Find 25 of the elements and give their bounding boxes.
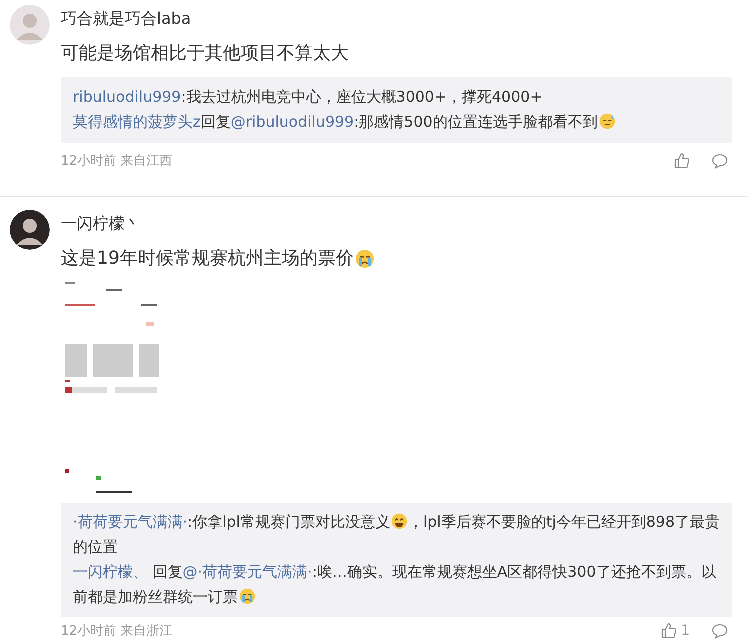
comment-icon[interactable] [712,623,728,639]
comment-icon[interactable] [712,153,728,169]
user-link[interactable]: @ribuluodilu999 [230,113,354,131]
user-link[interactable]: @·荷荷要元气满满· [182,563,312,581]
comment-time: 12小时前 来自浙江 [61,623,174,640]
like-button[interactable] [674,153,690,169]
user-name[interactable]: 一闪柠檬丶 [61,210,141,238]
comment-text: 这是19年时候常规赛杭州主场的票价 [61,247,354,271]
laugh-emoji-icon [391,513,408,530]
user-link[interactable]: ·荷荷要元气满满· [73,513,188,531]
reply-text: 莫得感情的菠萝头z回复@ribuluodilu999:那感情500的位置连选手脸都看不到 [73,110,720,135]
reply-text: 一闪柠檬、 回复@·荷荷要元气满满·:唉…确实。现在常规赛想坐A区都得快300了还抢不到票。以前都是加粉丝群统一订票 [73,562,718,608]
comment-text: 可能是场馆相比于其他项目不算太大 [61,42,349,66]
user-link[interactable]: 一闪柠檬、 [73,563,148,581]
reply-text: ribuluodilu999:我去过杭州电竞中心，座位大概3000+，撑死4000+ [73,87,544,108]
comment-time: 12小时前 来自江西 [61,153,174,170]
cry-emoji-icon [239,588,256,605]
sweat-emoji-icon [598,113,616,130]
user-link[interactable]: ribuluodilu999 [73,88,182,106]
reply-text: ·荷荷要元气满满·:你拿lpl常规赛门票对比没意义 ，lpl季后赛不要脸的tj今年已经开到898了最贵的位置 [73,512,720,558]
user-link[interactable]: 莫得感情的菠萝头z [73,113,201,131]
cry-emoji-icon [354,249,375,269]
user-name[interactable]: 巧合就是巧合laba [61,5,192,33]
like-button[interactable]: 1 [661,623,690,639]
avatar[interactable] [10,210,50,250]
